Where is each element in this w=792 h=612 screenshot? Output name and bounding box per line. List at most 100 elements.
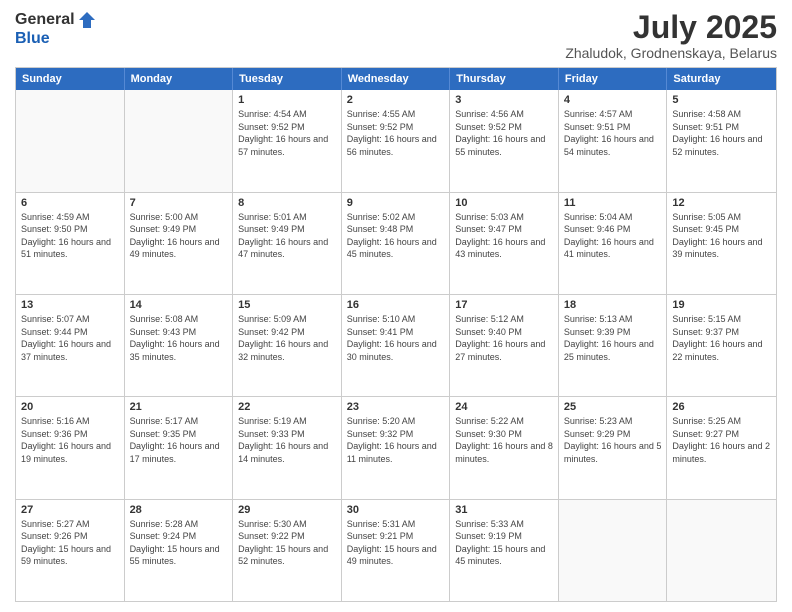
cell-info: Sunrise: 4:56 AM Sunset: 9:52 PM Dayligh… (455, 108, 553, 158)
cell-info: Sunrise: 5:33 AM Sunset: 9:19 PM Dayligh… (455, 518, 553, 568)
day-cell-5: 5 Sunrise: 4:58 AM Sunset: 9:51 PM Daylig… (667, 90, 776, 191)
empty-cell (16, 90, 125, 191)
day-number: 5 (672, 94, 771, 106)
logo-general: General (15, 11, 75, 29)
day-cell-1: 1Sunrise: 4:54 AM Sunset: 9:52 PM Daylig… (233, 90, 342, 191)
calendar-week-1: 1Sunrise: 4:54 AM Sunset: 9:52 PM Daylig… (16, 90, 776, 192)
day-number: 25 (564, 401, 662, 413)
day-cell-18: 18 Sunrise: 5:13 AM Sunset: 9:39 PM Dayli… (559, 295, 668, 396)
cell-info: Sunrise: 5:20 AM Sunset: 9:32 PM Dayligh… (347, 415, 445, 465)
day-cell-11: 11Sunrise: 5:04 AM Sunset: 9:46 PM Dayli… (559, 193, 668, 294)
logo-icon (77, 10, 97, 30)
cell-info: Sunrise: 4:57 AM Sunset: 9:51 PM Dayligh… (564, 108, 662, 158)
header-day-saturday: Saturday (667, 68, 776, 90)
day-cell-15: 15 Sunrise: 5:09 AM Sunset: 9:42 PM Dayli… (233, 295, 342, 396)
day-cell-21: 21 Sunrise: 5:17 AM Sunset: 9:35 PM Dayli… (125, 397, 234, 498)
day-number: 31 (455, 504, 553, 516)
main-title: July 2025 (565, 10, 777, 45)
cell-info: Sunrise: 5:16 AM Sunset: 9:36 PM Dayligh… (21, 415, 119, 465)
day-cell-9: 9 Sunrise: 5:02 AM Sunset: 9:48 PM Daylig… (342, 193, 451, 294)
cell-info: Sunrise: 5:22 AM Sunset: 9:30 PM Dayligh… (455, 415, 553, 465)
calendar: SundayMondayTuesdayWednesdayThursdayFrid… (15, 67, 777, 602)
day-cell-6: 6 Sunrise: 4:59 AM Sunset: 9:50 PM Daylig… (16, 193, 125, 294)
day-cell-17: 17Sunrise: 5:12 AM Sunset: 9:40 PM Dayli… (450, 295, 559, 396)
day-number: 3 (455, 94, 553, 106)
cell-info: Sunrise: 5:01 AM Sunset: 9:49 PM Dayligh… (238, 211, 336, 261)
cell-info: Sunrise: 4:55 AM Sunset: 9:52 PM Dayligh… (347, 108, 445, 158)
cell-info: Sunrise: 4:58 AM Sunset: 9:51 PM Dayligh… (672, 108, 771, 158)
day-cell-31: 31 Sunrise: 5:33 AM Sunset: 9:19 PM Dayli… (450, 500, 559, 601)
day-number: 8 (238, 197, 336, 209)
day-number: 28 (130, 504, 228, 516)
cell-info: Sunrise: 5:04 AM Sunset: 9:46 PM Dayligh… (564, 211, 662, 261)
day-number: 14 (130, 299, 228, 311)
logo-blue: Blue (15, 30, 50, 48)
day-number: 6 (21, 197, 119, 209)
cell-info: Sunrise: 5:02 AM Sunset: 9:48 PM Dayligh… (347, 211, 445, 261)
calendar-week-5: 27 Sunrise: 5:27 AM Sunset: 9:26 PM Dayli… (16, 500, 776, 601)
day-number: 2 (347, 94, 445, 106)
day-number: 20 (21, 401, 119, 413)
page: General Blue July 2025 Zhaludok, Grodnen… (0, 0, 792, 612)
calendar-week-4: 20 Sunrise: 5:16 AM Sunset: 9:36 PM Dayli… (16, 397, 776, 499)
cell-info: Sunrise: 5:19 AM Sunset: 9:33 PM Dayligh… (238, 415, 336, 465)
day-number: 9 (347, 197, 445, 209)
empty-cell (559, 500, 668, 601)
day-number: 24 (455, 401, 553, 413)
cell-info: Sunrise: 5:27 AM Sunset: 9:26 PM Dayligh… (21, 518, 119, 568)
subtitle: Zhaludok, Grodnenskaya, Belarus (565, 45, 777, 61)
day-number: 12 (672, 197, 771, 209)
day-number: 29 (238, 504, 336, 516)
day-cell-3: 3 Sunrise: 4:56 AM Sunset: 9:52 PM Daylig… (450, 90, 559, 191)
day-cell-24: 24 Sunrise: 5:22 AM Sunset: 9:30 PM Dayli… (450, 397, 559, 498)
day-number: 18 (564, 299, 662, 311)
header-day-wednesday: Wednesday (342, 68, 451, 90)
day-number: 16 (347, 299, 445, 311)
day-number: 10 (455, 197, 553, 209)
day-cell-2: 2 Sunrise: 4:55 AM Sunset: 9:52 PM Daylig… (342, 90, 451, 191)
cell-info: Sunrise: 5:31 AM Sunset: 9:21 PM Dayligh… (347, 518, 445, 568)
title-block: July 2025 Zhaludok, Grodnenskaya, Belaru… (565, 10, 777, 61)
header-day-thursday: Thursday (450, 68, 559, 90)
day-number: 22 (238, 401, 336, 413)
day-number: 23 (347, 401, 445, 413)
empty-cell (125, 90, 234, 191)
cell-info: Sunrise: 5:00 AM Sunset: 9:49 PM Dayligh… (130, 211, 228, 261)
cell-info: Sunrise: 5:03 AM Sunset: 9:47 PM Dayligh… (455, 211, 553, 261)
day-number: 15 (238, 299, 336, 311)
day-number: 4 (564, 94, 662, 106)
day-cell-22: 22 Sunrise: 5:19 AM Sunset: 9:33 PM Dayli… (233, 397, 342, 498)
calendar-week-3: 13 Sunrise: 5:07 AM Sunset: 9:44 PM Dayli… (16, 295, 776, 397)
header: General Blue July 2025 Zhaludok, Grodnen… (15, 10, 777, 61)
header-day-tuesday: Tuesday (233, 68, 342, 90)
day-cell-12: 12Sunrise: 5:05 AM Sunset: 9:45 PM Dayli… (667, 193, 776, 294)
cell-info: Sunrise: 5:25 AM Sunset: 9:27 PM Dayligh… (672, 415, 771, 465)
day-number: 7 (130, 197, 228, 209)
day-cell-29: 29 Sunrise: 5:30 AM Sunset: 9:22 PM Dayli… (233, 500, 342, 601)
cell-info: Sunrise: 5:13 AM Sunset: 9:39 PM Dayligh… (564, 313, 662, 363)
calendar-week-2: 6 Sunrise: 4:59 AM Sunset: 9:50 PM Daylig… (16, 193, 776, 295)
cell-info: Sunrise: 4:59 AM Sunset: 9:50 PM Dayligh… (21, 211, 119, 261)
day-cell-14: 14Sunrise: 5:08 AM Sunset: 9:43 PM Dayli… (125, 295, 234, 396)
cell-info: Sunrise: 5:09 AM Sunset: 9:42 PM Dayligh… (238, 313, 336, 363)
day-number: 26 (672, 401, 771, 413)
day-cell-26: 26 Sunrise: 5:25 AM Sunset: 9:27 PM Dayli… (667, 397, 776, 498)
day-cell-27: 27 Sunrise: 5:27 AM Sunset: 9:26 PM Dayli… (16, 500, 125, 601)
day-cell-30: 30 Sunrise: 5:31 AM Sunset: 9:21 PM Dayli… (342, 500, 451, 601)
day-number: 21 (130, 401, 228, 413)
day-number: 13 (21, 299, 119, 311)
cell-info: Sunrise: 5:17 AM Sunset: 9:35 PM Dayligh… (130, 415, 228, 465)
day-number: 30 (347, 504, 445, 516)
cell-info: Sunrise: 5:30 AM Sunset: 9:22 PM Dayligh… (238, 518, 336, 568)
day-number: 17 (455, 299, 553, 311)
cell-info: Sunrise: 5:15 AM Sunset: 9:37 PM Dayligh… (672, 313, 771, 363)
cell-info: Sunrise: 5:07 AM Sunset: 9:44 PM Dayligh… (21, 313, 119, 363)
day-cell-13: 13 Sunrise: 5:07 AM Sunset: 9:44 PM Dayli… (16, 295, 125, 396)
day-number: 27 (21, 504, 119, 516)
day-cell-28: 28Sunrise: 5:28 AM Sunset: 9:24 PM Dayli… (125, 500, 234, 601)
header-day-friday: Friday (559, 68, 668, 90)
day-number: 19 (672, 299, 771, 311)
day-cell-4: 4 Sunrise: 4:57 AM Sunset: 9:51 PM Daylig… (559, 90, 668, 191)
day-cell-20: 20 Sunrise: 5:16 AM Sunset: 9:36 PM Dayli… (16, 397, 125, 498)
cell-info: Sunrise: 5:23 AM Sunset: 9:29 PM Dayligh… (564, 415, 662, 465)
